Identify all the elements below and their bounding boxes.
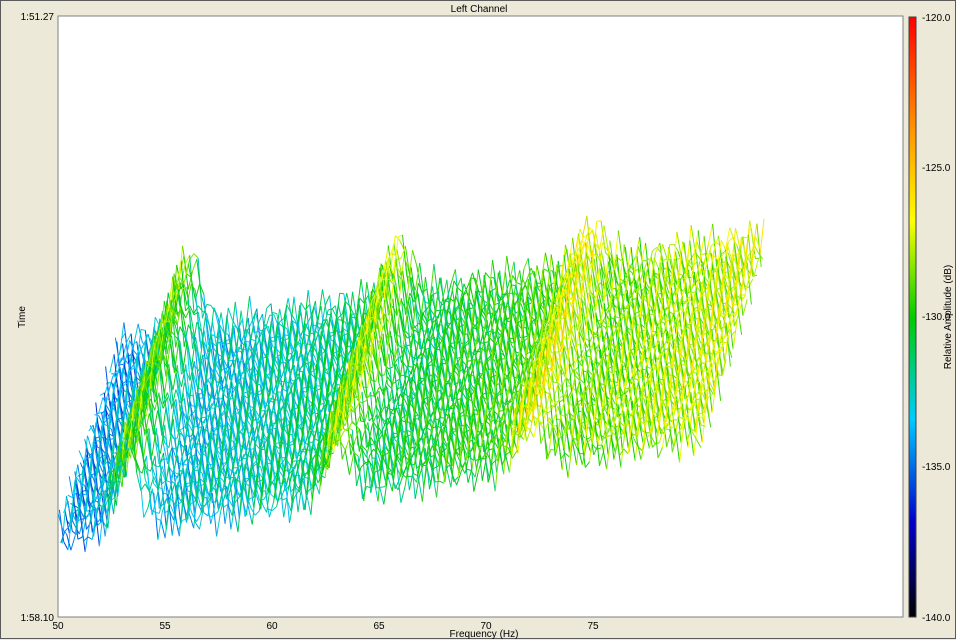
trace-segment xyxy=(329,393,333,394)
trace-segment xyxy=(607,327,611,328)
trace-segment xyxy=(467,361,471,362)
trace-segment xyxy=(337,320,341,321)
trace-segment xyxy=(276,443,280,444)
trace-segment xyxy=(436,310,440,311)
trace-segment xyxy=(451,343,455,344)
trace-segment xyxy=(503,294,507,295)
trace-segment xyxy=(228,360,232,361)
chart-window: Left Channel Frequency (Hz) Time 1:51.27… xyxy=(0,0,956,639)
trace-segment xyxy=(330,332,334,333)
trace-segment xyxy=(556,352,560,353)
trace-segment xyxy=(570,273,574,274)
trace-segment xyxy=(366,350,370,351)
trace-segment xyxy=(340,293,344,294)
trace-segment xyxy=(260,411,264,412)
trace-segment xyxy=(446,299,450,300)
trace-segment xyxy=(163,343,167,344)
trace-segment xyxy=(652,331,656,332)
trace-segment xyxy=(702,295,706,296)
waterfall-chart: Left Channel Frequency (Hz) Time 1:51.27… xyxy=(1,1,956,640)
trace-segment xyxy=(634,316,638,317)
trace-segment xyxy=(506,306,510,307)
trace-segment xyxy=(119,418,123,419)
trace-segment xyxy=(213,398,217,399)
trace-segment xyxy=(441,418,445,419)
trace-segment xyxy=(639,377,643,378)
